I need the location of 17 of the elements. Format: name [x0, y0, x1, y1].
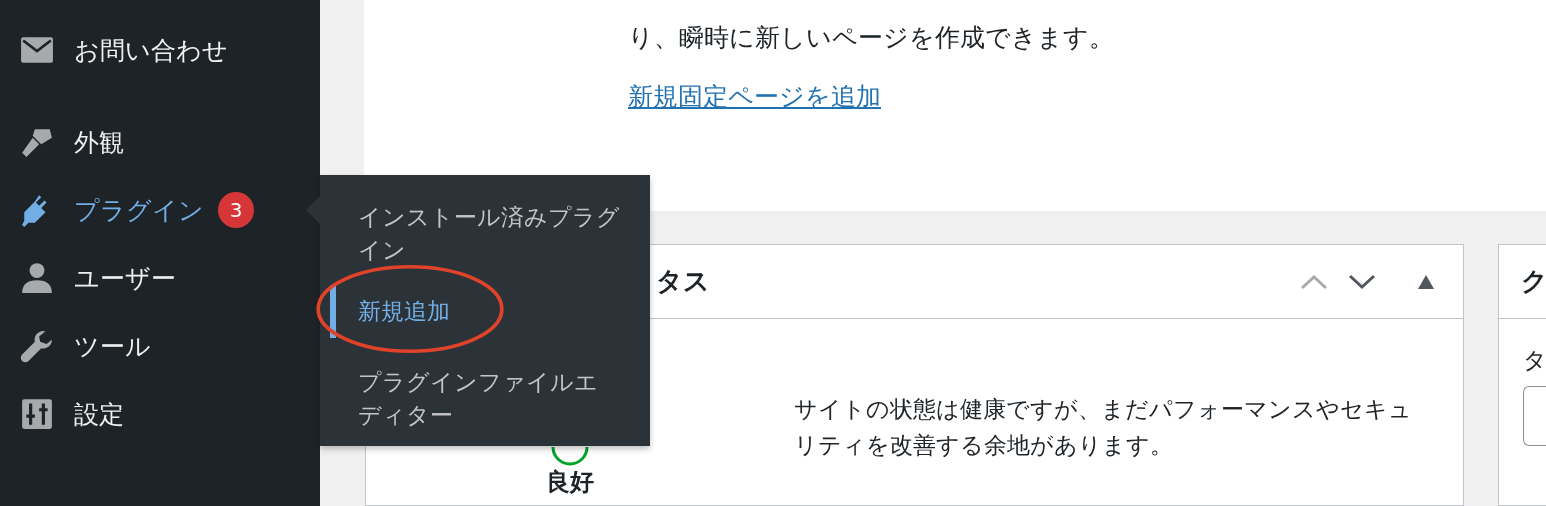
sidebar-item[interactable]: お問い合わせ: [0, 16, 320, 84]
sidebar-item[interactable]: ユーザー: [0, 244, 320, 312]
count-badge: 3: [218, 192, 254, 228]
panel-title: タス: [656, 265, 710, 298]
sidebar-item[interactable]: プラグイン 3: [0, 176, 320, 244]
field-label: タ: [1523, 346, 1546, 375]
panel-title: ク: [1521, 265, 1546, 298]
submenu-item[interactable]: プラグインファイルエディター: [330, 366, 620, 450]
submenu-item[interactable]: 新規追加: [330, 285, 620, 338]
sidebar-item[interactable]: 設定: [0, 380, 320, 448]
submenu-item[interactable]: インストール済みプラグイン: [330, 201, 620, 285]
sidebar-item[interactable]: 外観: [0, 108, 320, 176]
add-page-link[interactable]: 新規固定ページを追加: [628, 80, 881, 113]
health-message: サイトの状態は健康ですが、まだパフォーマンスやセキュリティを改善する余地があります。: [794, 395, 1413, 460]
sidebar-item[interactable]: ツール: [0, 312, 320, 380]
status-label: 良好: [546, 467, 594, 497]
description-text: り、瞬時に新しいページを作成できます。: [628, 22, 1115, 54]
